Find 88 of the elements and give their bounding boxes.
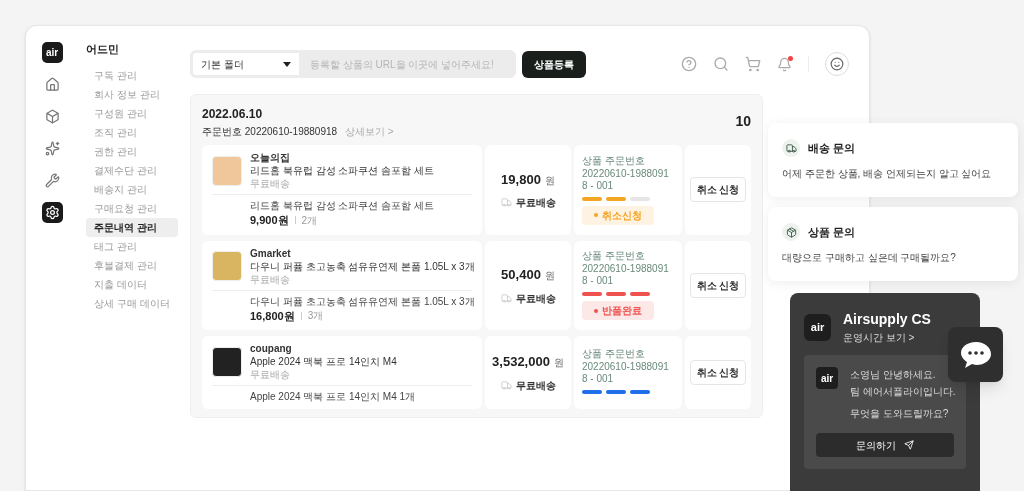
menu-item[interactable]: 태그 관리 (86, 236, 178, 256)
menu-item[interactable]: 회사 정보 관리 (86, 84, 178, 104)
quantity: 2개 (301, 213, 318, 228)
settings-icon[interactable] (41, 202, 63, 223)
chat-launcher-button[interactable] (948, 327, 1003, 382)
store-name: coupang (250, 342, 293, 355)
sub-order-label: 상품 주문번호 (582, 347, 646, 360)
inquire-button[interactable]: 문의하기 (816, 433, 954, 457)
unit-price: 9,900원 (250, 213, 289, 228)
currency: 원 (544, 269, 555, 283)
chat-bubble-icon (958, 339, 993, 370)
delivery-label: 무료배송 (515, 291, 556, 306)
inquiry-title: 상품 문의 (808, 224, 856, 240)
section-title: 어드민 (86, 42, 120, 57)
chat-message: 팀 에어서플라이입니다. (850, 385, 956, 399)
status-label: 반품완료 (602, 304, 642, 319)
photo-placeholder (212, 155, 242, 186)
logo: air (41, 42, 63, 63)
photo-placeholder (212, 346, 242, 377)
photo-placeholder (212, 251, 242, 281)
menu-item[interactable]: 구독 관리 (86, 65, 178, 85)
menu-item[interactable]: 지출 데이터 (86, 274, 178, 294)
status-label: 취소신청 (602, 208, 642, 223)
chat-avatar: air (816, 367, 838, 389)
store-name: Gmarket (250, 246, 292, 260)
menu-item[interactable]: 주문내역 관리 (86, 217, 178, 237)
inquiry-title: 배송 문의 (808, 140, 856, 156)
cancel-request-button[interactable]: 취소 신청 (689, 177, 747, 203)
search-icon[interactable] (713, 56, 729, 72)
currency: 원 (544, 173, 555, 188)
cs-title: Airsupply CS (843, 310, 931, 329)
total-price: 50,400 (501, 266, 541, 284)
line-item-name: 다우니 퍼퓸 초고농축 섬유유연제 본품 1.05L x 3개 (250, 294, 472, 308)
package-icon (782, 223, 800, 241)
delivery-label: 무료배송 (515, 196, 556, 210)
menu-item[interactable]: 권한 관리 (86, 141, 178, 161)
delivery-label: 무료배송 (515, 378, 556, 393)
sub-order-label: 상품 주문번호 (582, 250, 646, 263)
line-item-name: Apple 2024 맥북 프로 14인치 M4 1개 (250, 390, 417, 403)
truck-icon (500, 292, 512, 304)
line-item-name: 리드홈 북유럽 감성 소파쿠션 솜포함 세트 (250, 199, 435, 212)
store-name: 오늘의집 (250, 151, 291, 164)
register-product-button[interactable]: 상품등록 (522, 50, 586, 78)
inquiry-text: 어제 주문한 상품, 배송 언제되는지 알고 싶어요 (782, 167, 993, 181)
detail-link[interactable]: 상세보기 > (345, 124, 394, 139)
total-price: 19,800 (501, 170, 541, 189)
product-name: Apple 2024 맥북 프로 14인치 M4 (250, 355, 397, 368)
truck-icon (782, 139, 800, 157)
menu-item[interactable]: 구성원 관리 (86, 103, 178, 123)
send-icon (904, 440, 914, 450)
shipping-note: 무료배송 (250, 177, 291, 190)
inquiry-card[interactable]: 배송 문의 어제 주문한 상품, 배송 언제되는지 알고 싶어요 (768, 123, 1018, 197)
cancel-request-button[interactable]: 취소 신청 (689, 360, 747, 385)
product-name: 다우니 퍼퓸 초고농축 섬유유연제 본품 1.05L x 3개 (250, 259, 475, 273)
chat-message: 소영님 안녕하세요. (850, 368, 937, 382)
cs-logo: air (804, 313, 831, 341)
caret-icon (283, 61, 291, 67)
shipping-note: 무료배송 (250, 272, 291, 286)
unit-price: 16,800원 (250, 308, 295, 324)
menu-item[interactable]: 결제수단 관리 (86, 160, 178, 180)
total-price: 3,532,000 (492, 353, 550, 372)
menu-item[interactable]: 조직 관리 (86, 122, 178, 142)
quantity: 3개 (307, 309, 324, 324)
menu-item[interactable]: 상세 구매 데이터 (86, 293, 178, 313)
order-total: 10 (735, 112, 751, 131)
product-name: 리드홈 북유럽 감성 소파쿠션 솜포함 세트 (250, 164, 434, 177)
sub-order-label: 상품 주문번호 (582, 154, 646, 167)
shipping-note: 무료배송 (250, 368, 291, 381)
chat-message: 무엇을 도와드릴까요? (850, 407, 950, 421)
sub-order-number: 20220610-19880918 - 001 (582, 263, 670, 288)
truck-icon (500, 379, 512, 391)
sub-order-number: 20220610-19880918 - 001 (582, 360, 670, 385)
help-icon[interactable] (681, 56, 697, 72)
menu-item[interactable]: 후불결제 관리 (86, 255, 178, 275)
order-date: 2022.06.10 (202, 106, 264, 123)
currency: 원 (553, 356, 564, 371)
menu-item[interactable]: 배송지 관리 (86, 179, 178, 199)
inquiry-card[interactable]: 상품 문의 대량으로 구매하고 싶은데 구매될까요? (768, 207, 1018, 281)
sub-order-number: 20220610-19880918 - 001 (582, 167, 670, 192)
truck-icon (500, 197, 512, 208)
folder-dropdown[interactable]: 기본 폴더 (190, 50, 302, 78)
menu-item[interactable]: 구매요청 관리 (86, 198, 178, 218)
notification-button[interactable] (777, 56, 792, 72)
cart-icon[interactable] (745, 56, 761, 72)
hours-link[interactable]: 운영시간 보기 > (843, 330, 931, 345)
order-number: 주문번호 20220610-19880918 (202, 125, 338, 139)
cancel-request-button[interactable]: 취소 신청 (689, 272, 747, 298)
inquiry-text: 대량으로 구매하고 싶은데 구매될까요? (782, 251, 957, 265)
